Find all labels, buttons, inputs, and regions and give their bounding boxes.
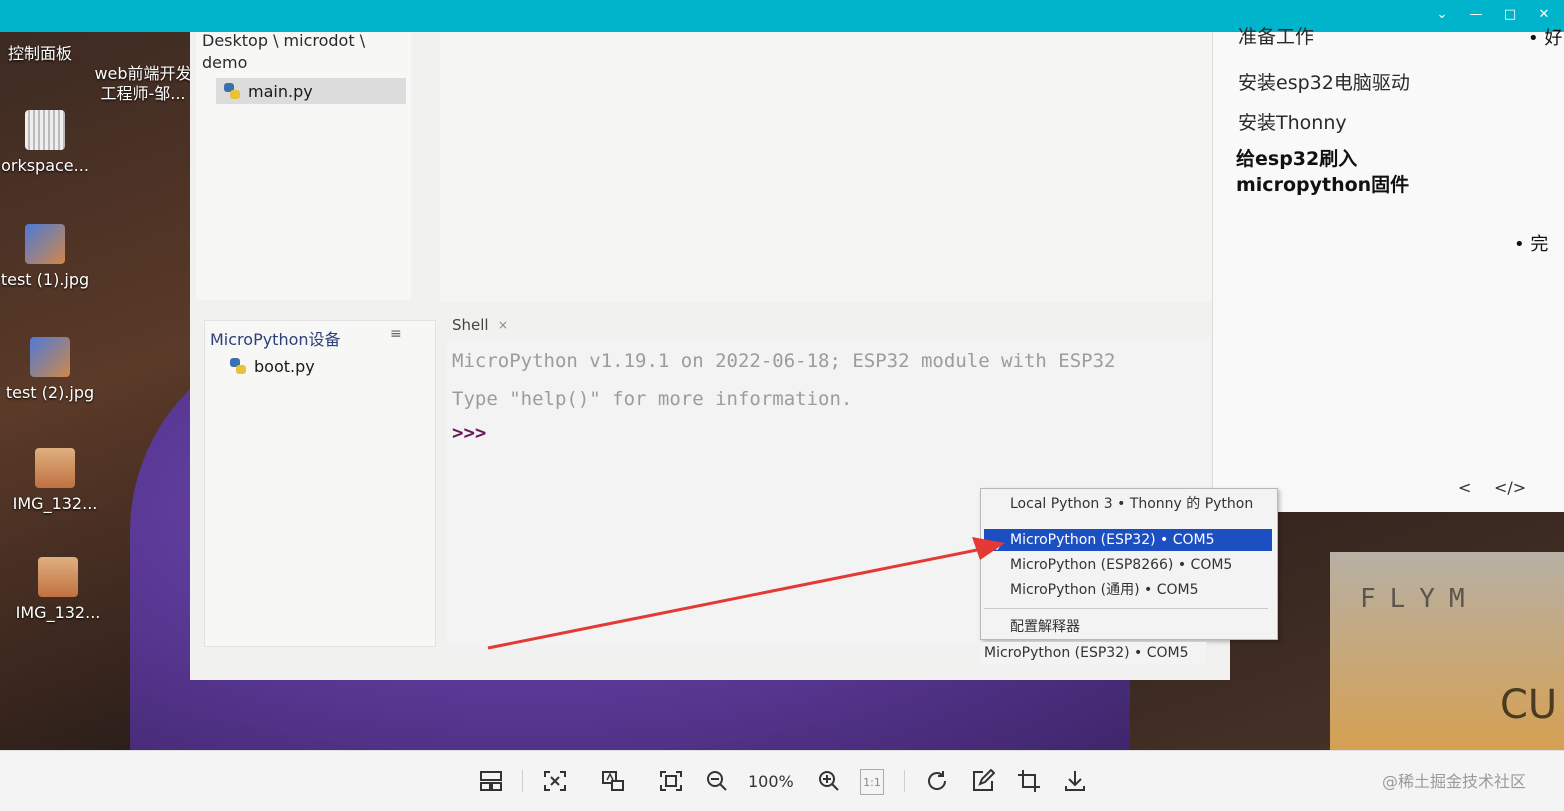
toolbar-separator (522, 770, 523, 792)
file-row-boot[interactable]: boot.py (222, 356, 315, 376)
menu-separator (984, 608, 1268, 609)
download-icon[interactable] (1060, 766, 1090, 796)
desktop-icon-test1[interactable]: test (1).jpg (0, 224, 95, 289)
doc-bullet-text: 完 (1530, 234, 1549, 255)
doc-heading: 给esp32刷入 micropython固件 (1236, 148, 1410, 196)
doc-bullet-text: 好 (1544, 28, 1563, 49)
chevron-down-icon[interactable]: ⌄ (1434, 6, 1450, 24)
maximize-icon[interactable]: □ (1502, 6, 1518, 24)
doc-bullet: • 好 (1528, 28, 1563, 49)
toolbar-separator (904, 770, 905, 792)
configure-interpreter-item[interactable]: 配置解释器 (984, 616, 1272, 638)
image-icon (25, 224, 65, 264)
image-icon (38, 557, 78, 597)
edit-icon[interactable] (968, 766, 998, 796)
one-to-one-button[interactable]: 1:1 (860, 769, 884, 795)
viewer-title-bar: ⌄ — □ ✕ (0, 0, 1564, 32)
actual-size-icon[interactable] (656, 766, 686, 796)
python-file-icon (224, 83, 240, 99)
desktop-icon-label: orkspace... (1, 156, 89, 175)
zoom-out-icon[interactable] (702, 766, 732, 796)
check-icon: ✓ (994, 540, 1005, 554)
desktop-icon-img2[interactable]: IMG_132... (8, 557, 108, 622)
image-icon (30, 337, 70, 377)
shell-output-line: Type "help()" for more information. (452, 388, 853, 410)
close-icon[interactable]: × (498, 318, 508, 332)
option-label: Local Python 3 • Thonny 的 Python (1010, 496, 1254, 512)
ocr-text-icon[interactable] (598, 766, 628, 796)
doc-bullet: • 完 (1514, 234, 1549, 255)
desktop-icon-workspace[interactable]: orkspace... (0, 110, 95, 175)
option-label: MicroPython (ESP32) • COM5 (1010, 532, 1215, 548)
desktop-icon-label: IMG_132... (12, 494, 98, 513)
doc-line: 准备工作 (1238, 26, 1315, 48)
prev-icon[interactable]: < (1458, 478, 1471, 497)
desktop-icon-test2[interactable]: test (2).jpg (0, 337, 100, 402)
file-row-main[interactable]: main.py (216, 78, 406, 104)
zoom-in-icon[interactable] (814, 766, 844, 796)
desktop-icon-label: test (1).jpg (0, 270, 90, 289)
plate-text-2: CU (1500, 682, 1558, 728)
interpreter-option-local[interactable]: Local Python 3 • Thonny 的 Python (984, 493, 1272, 515)
crop-icon[interactable] (1014, 766, 1044, 796)
menu-icon[interactable]: ≡ (390, 326, 402, 342)
shell-prompt[interactable]: >>> (452, 422, 486, 444)
option-label: MicroPython (通用) • COM5 (1010, 582, 1199, 598)
document-panel (1212, 32, 1564, 512)
desktop-icon-web-folder[interactable]: web前端开发 工程师-邹... (88, 44, 198, 104)
desktop-icon-img1[interactable]: IMG_132... (5, 448, 105, 513)
layout-icon[interactable] (476, 766, 506, 796)
breadcrumb[interactable]: Desktop \ microdot \ demo (202, 30, 402, 74)
window-controls: ⌄ — □ ✕ (1434, 6, 1552, 24)
option-label: MicroPython (ESP8266) • COM5 (1010, 557, 1233, 573)
close-icon[interactable]: ✕ (1536, 6, 1552, 24)
interpreter-option-esp8266[interactable]: MicroPython (ESP8266) • COM5 (984, 554, 1272, 576)
interpreter-option-esp32[interactable]: MicroPython (ESP32) • COM5 (984, 529, 1272, 551)
file-label: boot.py (254, 356, 315, 376)
image-icon (35, 448, 75, 488)
interpreter-status[interactable]: MicroPython (ESP32) • COM5 (980, 642, 1206, 664)
option-label: 配置解释器 (1010, 619, 1080, 635)
zoom-level: 100% (748, 772, 794, 791)
doc-line: 安装esp32电脑驱动 (1238, 72, 1410, 94)
device-panel-title: MicroPython设备 (210, 330, 341, 349)
file-label: main.py (248, 81, 313, 101)
interpreter-option-generic[interactable]: MicroPython (通用) • COM5 (984, 579, 1272, 601)
fit-screen-icon[interactable] (540, 766, 570, 796)
tab-shell[interactable]: Shell (452, 316, 489, 334)
doc-line: 安装Thonny (1238, 112, 1347, 134)
watermark: @稀土掘金技术社区 (1382, 772, 1527, 791)
python-file-icon (230, 358, 246, 374)
desktop-icon-control-panel[interactable]: 控制面板 (0, 40, 90, 64)
editor-area[interactable] (440, 32, 1220, 302)
desktop-icon-label: web前端开发 工程师-邹... (94, 64, 192, 103)
minimize-icon[interactable]: — (1468, 6, 1484, 24)
desktop-icon-label: IMG_132... (15, 603, 101, 622)
desktop-icon-label: 控制面板 (7, 44, 72, 63)
file-icon (25, 110, 65, 150)
desktop-icon-label: test (2).jpg (5, 383, 95, 402)
rotate-icon[interactable] (922, 766, 952, 796)
plate-text: FLYM (1360, 584, 1479, 614)
code-icon[interactable]: </> (1494, 478, 1526, 497)
shell-output-line: MicroPython v1.19.1 on 2022-06-18; ESP32… (452, 350, 1116, 372)
